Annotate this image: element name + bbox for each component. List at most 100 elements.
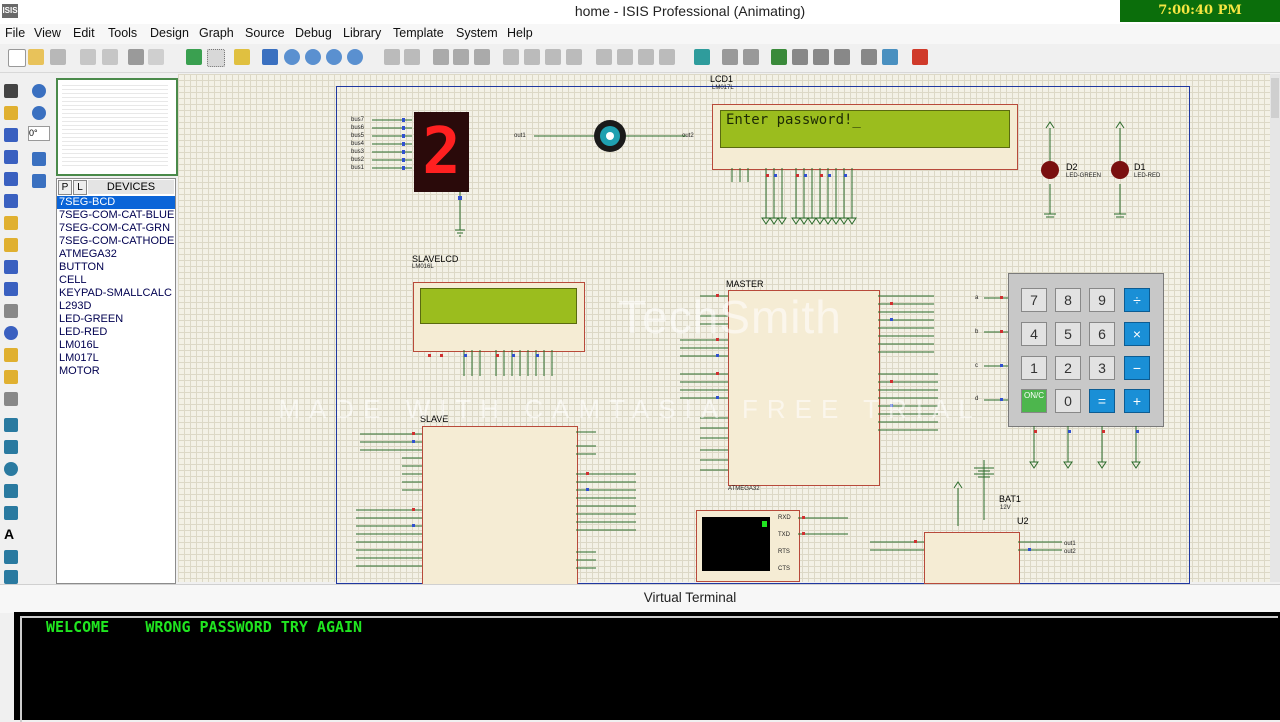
lcd1-pins	[731, 168, 857, 225]
new-sheet-icon[interactable]	[771, 49, 787, 65]
menu-design[interactable]: Design	[150, 26, 189, 40]
mirror-y-icon[interactable]	[32, 174, 46, 188]
seg7-ground	[455, 192, 465, 237]
block-delete-icon[interactable]	[566, 49, 582, 65]
scrollbar-thumb[interactable]	[1271, 78, 1279, 118]
electrical-rule-check-icon[interactable]	[861, 49, 877, 65]
zoom-in-icon[interactable]	[284, 49, 300, 65]
voltage-probe-icon[interactable]	[4, 348, 18, 362]
tape-recorder-icon[interactable]	[4, 304, 18, 318]
make-device-icon[interactable]	[617, 49, 633, 65]
device-item[interactable]: 7SEG-COM-CATHODE	[57, 235, 175, 248]
pan-icon[interactable]	[262, 49, 278, 65]
junction-icon[interactable]	[4, 128, 18, 142]
search-icon[interactable]	[722, 49, 738, 65]
block-rotate-icon[interactable]	[545, 49, 561, 65]
line-icon[interactable]	[4, 418, 18, 432]
refresh-icon[interactable]	[186, 49, 202, 65]
mirror-x-icon[interactable]	[32, 152, 46, 166]
device-item[interactable]: 7SEG-COM-CAT-BLUE	[57, 209, 175, 222]
circle-icon[interactable]	[4, 462, 18, 476]
motor[interactable]	[530, 118, 690, 154]
text-icon[interactable]: A	[4, 526, 14, 542]
save-icon[interactable]	[50, 49, 66, 65]
device-item[interactable]: LED-RED	[57, 326, 175, 339]
undo-icon[interactable]	[384, 49, 400, 65]
bill-of-materials-icon[interactable]	[834, 49, 850, 65]
open-file-icon[interactable]	[28, 49, 44, 65]
pick-devices-button[interactable]: P	[58, 180, 72, 195]
rotate-clockwise-icon[interactable]	[32, 84, 46, 98]
device-item[interactable]: L293D	[57, 300, 175, 313]
menu-source[interactable]: Source	[245, 26, 285, 40]
device-pins-icon[interactable]	[4, 260, 18, 274]
paste-icon[interactable]	[474, 49, 490, 65]
device-item[interactable]: LM017L	[57, 352, 175, 365]
graph-icon[interactable]	[4, 282, 18, 296]
packaging-icon[interactable]	[638, 49, 654, 65]
block-move-icon[interactable]	[524, 49, 540, 65]
bus-icon[interactable]	[4, 194, 18, 208]
origin-icon[interactable]	[234, 49, 250, 65]
arc-icon[interactable]	[4, 484, 18, 498]
generator-icon[interactable]	[4, 326, 18, 340]
copy-icon[interactable]	[453, 49, 469, 65]
menu-graph[interactable]: Graph	[199, 26, 234, 40]
print-icon[interactable]	[128, 49, 144, 65]
device-item[interactable]: 7SEG-COM-CAT-GRN	[57, 222, 175, 235]
zoom-out-icon[interactable]	[305, 49, 321, 65]
device-item[interactable]: LM016L	[57, 339, 175, 352]
lcd1-text: Enter password!_	[726, 112, 861, 128]
subcircuit-icon[interactable]	[4, 216, 18, 230]
device-item[interactable]: BUTTON	[57, 261, 175, 274]
wire-label-icon[interactable]	[4, 150, 18, 164]
import-icon[interactable]	[80, 49, 96, 65]
terminals-icon[interactable]	[4, 238, 18, 252]
device-item[interactable]: ATMEGA32	[57, 248, 175, 261]
library-manager-button[interactable]: L	[73, 180, 87, 195]
selection-mode-icon[interactable]	[4, 84, 18, 98]
decompose-icon[interactable]	[659, 49, 675, 65]
menu-tools[interactable]: Tools	[108, 26, 137, 40]
rotation-input[interactable]: 0°	[28, 126, 50, 141]
menu-debug[interactable]: Debug	[295, 26, 332, 40]
wire-autoroute-icon[interactable]	[694, 49, 710, 65]
device-item[interactable]: KEYPAD-SMALLCALC	[57, 287, 175, 300]
export-icon[interactable]	[102, 49, 118, 65]
device-item[interactable]: 7SEG-BCD	[57, 196, 175, 209]
menu-library[interactable]: Library	[343, 26, 381, 40]
pick-device-icon[interactable]	[596, 49, 612, 65]
zoom-all-icon[interactable]	[326, 49, 342, 65]
menu-help[interactable]: Help	[507, 26, 533, 40]
symbol-icon[interactable]	[4, 550, 18, 564]
netlist-icon[interactable]	[882, 49, 898, 65]
current-probe-icon[interactable]	[4, 370, 18, 384]
grid-icon[interactable]	[207, 49, 225, 67]
component-mode-icon[interactable]	[4, 106, 18, 120]
device-item[interactable]: LED-GREEN	[57, 313, 175, 326]
device-item[interactable]: MOTOR	[57, 365, 175, 378]
virtual-instruments-icon[interactable]	[4, 392, 18, 406]
print-area-icon[interactable]	[148, 49, 164, 65]
box-icon[interactable]	[4, 440, 18, 454]
battery[interactable]	[950, 458, 1010, 528]
ares-icon[interactable]	[912, 49, 928, 65]
path-icon[interactable]	[4, 506, 18, 520]
zoom-area-icon[interactable]	[347, 49, 363, 65]
rotate-anticlockwise-icon[interactable]	[32, 106, 46, 120]
remove-sheet-icon[interactable]	[792, 49, 808, 65]
cut-icon[interactable]	[433, 49, 449, 65]
menu-system[interactable]: System	[456, 26, 498, 40]
menu-file[interactable]: File	[5, 26, 25, 40]
new-file-icon[interactable]	[8, 49, 26, 67]
menu-edit[interactable]: Edit	[73, 26, 95, 40]
block-copy-icon[interactable]	[503, 49, 519, 65]
property-tool-icon[interactable]	[743, 49, 759, 65]
text-script-icon[interactable]	[4, 172, 18, 186]
redo-icon[interactable]	[404, 49, 420, 65]
menu-view[interactable]: View	[34, 26, 61, 40]
menu-template[interactable]: Template	[393, 26, 444, 40]
device-item[interactable]: CELL	[57, 274, 175, 287]
marker-icon[interactable]	[4, 570, 18, 584]
exit-to-parent-icon[interactable]	[813, 49, 829, 65]
